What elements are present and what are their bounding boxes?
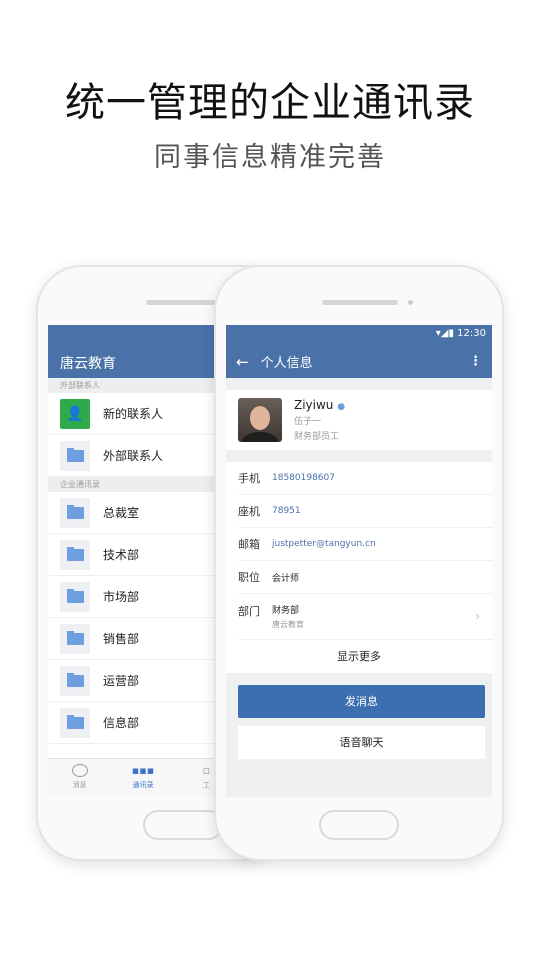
subheadline: 同事信息精准完善 [154, 142, 386, 173]
list-item-department[interactable]: 运营部 [48, 660, 238, 702]
field-email[interactable]: 邮箱 justpetter@tangyun.cn [238, 528, 492, 561]
status-bar: ▾◢▮ 12:30 [226, 325, 492, 345]
profile-name: Ziyiwu [294, 398, 334, 412]
chevron-right-icon: › [475, 609, 480, 623]
nav-contacts[interactable]: ▪▪▪ 通讯录 [111, 759, 174, 797]
folder-icon [60, 497, 90, 528]
home-button [319, 810, 399, 840]
folder-icon [60, 623, 90, 654]
add-contact-icon: 👤 [60, 398, 90, 429]
list-item-department[interactable]: 总裁室 [48, 492, 238, 534]
list-item-department[interactable]: 信息部 [48, 702, 238, 744]
org-chart-icon: ▪▪▪ [131, 764, 155, 777]
avatar [238, 398, 282, 442]
back-arrow-icon[interactable]: ← [236, 353, 249, 371]
info-list: 手机 18580198607 座机 78951 邮箱 justpetter@tangy… [226, 462, 492, 673]
bottom-nav: 消息 ▪▪▪ 通讯录 ▫ 工 [48, 758, 238, 797]
signal-icon: ▾◢▮ [435, 328, 458, 339]
list-item-external-contacts[interactable]: 外部联系人 [48, 435, 238, 477]
toolbar: ← 个人信息 ⋮ [226, 345, 492, 378]
chat-bubble-icon [71, 764, 88, 777]
field-position: 职位 会计师 [238, 561, 492, 594]
folder-icon [60, 665, 90, 696]
folder-icon [60, 440, 90, 471]
section-header: 外部联系人 [48, 378, 238, 393]
folder-icon [60, 581, 90, 612]
speaker [322, 300, 398, 305]
page-title: 个人信息 [260, 356, 313, 371]
field-department[interactable]: 部门 财务部 唐云教育 › [238, 594, 492, 640]
home-button [143, 810, 223, 840]
section-header: 企业通讯录 [48, 477, 238, 492]
list-item-department[interactable]: 技术部 [48, 534, 238, 576]
more-icon[interactable]: ⋮ [469, 354, 482, 369]
show-more-button[interactable]: 显示更多 [226, 640, 492, 673]
folder-icon [60, 707, 90, 738]
profile-role: 财务部员工 [294, 432, 340, 442]
voice-chat-button[interactable]: 语音聊天 [238, 726, 485, 759]
nav-messages[interactable]: 消息 [48, 759, 111, 797]
app-title: 唐云教育 [48, 325, 238, 378]
camera [408, 300, 413, 305]
profile-screen: ▾◢▮ 12:30 ← 个人信息 ⋮ Ziyiwu ● 伍子一 财务部员工 手机… [226, 325, 492, 797]
contacts-screen: 唐云教育 外部联系人 👤 新的联系人 外部联系人 企业通讯录 总裁室 技术部 市场部… [48, 325, 238, 797]
field-landline[interactable]: 座机 78951 [238, 495, 492, 528]
field-phone[interactable]: 手机 18580198607 [238, 462, 492, 495]
speaker [146, 300, 216, 305]
profile-card: Ziyiwu ● 伍子一 财务部员工 [226, 390, 492, 450]
folder-icon [60, 539, 90, 570]
list-item-department[interactable]: 销售部 [48, 618, 238, 660]
person-icon: ● [337, 402, 346, 412]
list-item-department[interactable]: 市场部 [48, 576, 238, 618]
list-item-new-contact[interactable]: 👤 新的联系人 [48, 393, 238, 435]
headline: 统一管理的企业通讯录 [65, 80, 475, 126]
profile-alias: 伍子一 [294, 417, 322, 427]
send-message-button[interactable]: 发消息 [238, 685, 485, 718]
